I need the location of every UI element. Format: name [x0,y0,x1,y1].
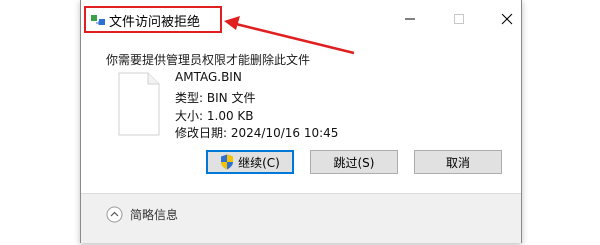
file-modified-label: 修改日期: [175,126,228,140]
cancel-button[interactable]: 取消 [414,150,502,174]
maximize-icon[interactable] [450,10,468,28]
file-size-label: 大小: [175,109,204,123]
uac-shield-icon [221,154,234,170]
title-annotation-box [84,6,222,33]
continue-button[interactable]: 继续(C) [206,150,294,174]
permission-message: 你需要提供管理员权限才能删除此文件 [106,53,311,67]
skip-button-label: 跳过(S) [333,155,375,170]
chevron-up-icon[interactable] [106,206,123,223]
fewer-details-link[interactable]: 简略信息 [130,206,178,223]
file-type-label: 类型: [175,91,204,105]
title-bar[interactable]: 文件访问被拒绝 [81,0,521,40]
continue-button-label: 继续(C) [238,155,280,170]
minimize-icon[interactable] [401,10,419,28]
file-type: 类型: BIN 文件 [175,89,255,106]
file-modified-date: 修改日期: 2024/10/16 10:45 [175,124,338,141]
file-name: AMTAG.BIN [175,70,242,84]
close-icon[interactable] [498,10,516,28]
file-access-denied-dialog: 文件访问被拒绝 你需要提供管理员权限才能删除此文件 AMTAG.BIN 类型: … [80,0,522,243]
dialog-footer: 简略信息 [81,194,521,243]
file-icon [118,72,160,136]
skip-button[interactable]: 跳过(S) [310,150,398,174]
file-modified-value: 2024/10/16 10:45 [230,126,339,140]
file-size: 大小: 1.00 KB [175,107,254,124]
file-size-value: 1.00 KB [206,109,254,123]
cancel-button-label: 取消 [445,155,470,170]
file-type-value: BIN 文件 [206,91,256,105]
